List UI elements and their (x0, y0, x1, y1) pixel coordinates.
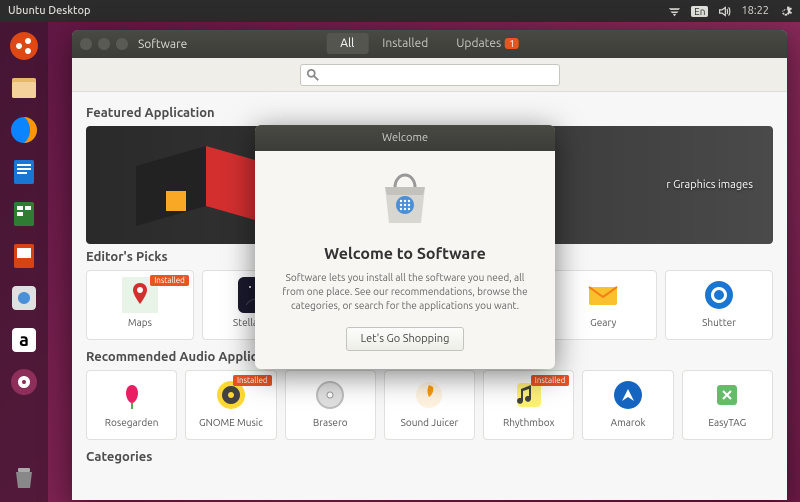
amazon-icon[interactable]: a (4, 320, 44, 360)
app-card-geary[interactable]: Geary (549, 270, 657, 340)
close-icon[interactable] (80, 38, 92, 50)
installed-badge: Installed (233, 375, 272, 386)
app-card-brasero[interactable]: Brasero (285, 370, 376, 440)
calc-icon[interactable] (4, 194, 44, 234)
Rosegarden-icon (114, 377, 150, 413)
gear-icon[interactable] (779, 5, 792, 18)
trash-icon[interactable] (4, 458, 44, 498)
gnome-top-bar: Ubuntu Desktop En 18:22 (0, 0, 800, 22)
app-label: Brasero (313, 417, 348, 428)
installed-badge: Installed (531, 375, 570, 386)
Brasero-icon (312, 377, 348, 413)
dash-icon[interactable] (4, 26, 44, 66)
app-label: Maps (128, 317, 152, 328)
files-icon[interactable] (4, 68, 44, 108)
svg-text:a: a (19, 330, 29, 350)
app-label: Shutter (702, 317, 736, 328)
app-card-shutter[interactable]: Shutter (665, 270, 773, 340)
featured-heading: Featured Application (86, 106, 773, 120)
lets-go-shopping-button[interactable]: Let's Go Shopping (346, 327, 465, 351)
window-title: Software (138, 38, 187, 51)
network-icon[interactable] (668, 5, 681, 18)
Sound Juicer-icon (411, 377, 447, 413)
settings-icon[interactable] (4, 362, 44, 402)
app-label: GNOME Music (199, 417, 263, 428)
app-label: Rosegarden (105, 417, 159, 428)
search-bar (72, 58, 787, 92)
featured-caption: r Graphics images (666, 179, 753, 191)
volume-icon[interactable] (718, 5, 731, 18)
modal-titlebar[interactable]: Welcome (255, 125, 555, 151)
maximize-icon[interactable] (116, 38, 128, 50)
desktop-title: Ubuntu Desktop (8, 5, 90, 17)
clock[interactable]: 18:22 (741, 5, 769, 17)
categories-heading: Categories (86, 450, 773, 464)
window-titlebar[interactable]: Software All Installed Updates1 (72, 30, 787, 58)
Amarok-icon (610, 377, 646, 413)
app-card-sound-juicer[interactable]: Sound Juicer (384, 370, 475, 440)
welcome-dialog: Welcome Welcome to Software Software let… (255, 125, 555, 369)
app-card-rosegarden[interactable]: Rosegarden (86, 370, 177, 440)
unity-launcher: a (0, 22, 48, 502)
shopping-bag-icon (373, 167, 437, 231)
installed-badge: Installed (150, 275, 189, 286)
impress-icon[interactable] (4, 236, 44, 276)
language-indicator[interactable]: En (691, 6, 708, 17)
app-card-easytag[interactable]: EasyTAG (682, 370, 773, 440)
minimize-icon[interactable] (98, 38, 110, 50)
modal-body-text: Software lets you install all the softwa… (277, 271, 533, 313)
search-input[interactable] (300, 64, 560, 86)
app-label: Amarok (611, 417, 646, 428)
Shutter-icon (701, 277, 737, 313)
updates-count-badge: 1 (505, 38, 519, 49)
tab-all[interactable]: All (326, 33, 368, 54)
app-card-rhythmbox[interactable]: Installed Rhythmbox (483, 370, 574, 440)
writer-icon[interactable] (4, 152, 44, 192)
tab-updates[interactable]: Updates1 (442, 33, 533, 54)
search-icon (306, 68, 320, 82)
app-label: Sound Juicer (401, 417, 459, 428)
app-label: Rhythmbox (503, 417, 555, 428)
app-label: Geary (590, 317, 616, 328)
tab-installed[interactable]: Installed (368, 33, 442, 54)
EasyTAG-icon (709, 377, 745, 413)
firefox-icon[interactable] (4, 110, 44, 150)
app-card-gnome-music[interactable]: Installed GNOME Music (185, 370, 276, 440)
app-label: EasyTAG (708, 417, 746, 428)
modal-heading: Welcome to Software (277, 245, 533, 263)
app-card-maps[interactable]: Installed Maps (86, 270, 194, 340)
Geary-icon (585, 277, 621, 313)
software-icon[interactable] (4, 278, 44, 318)
app-card-amarok[interactable]: Amarok (582, 370, 673, 440)
